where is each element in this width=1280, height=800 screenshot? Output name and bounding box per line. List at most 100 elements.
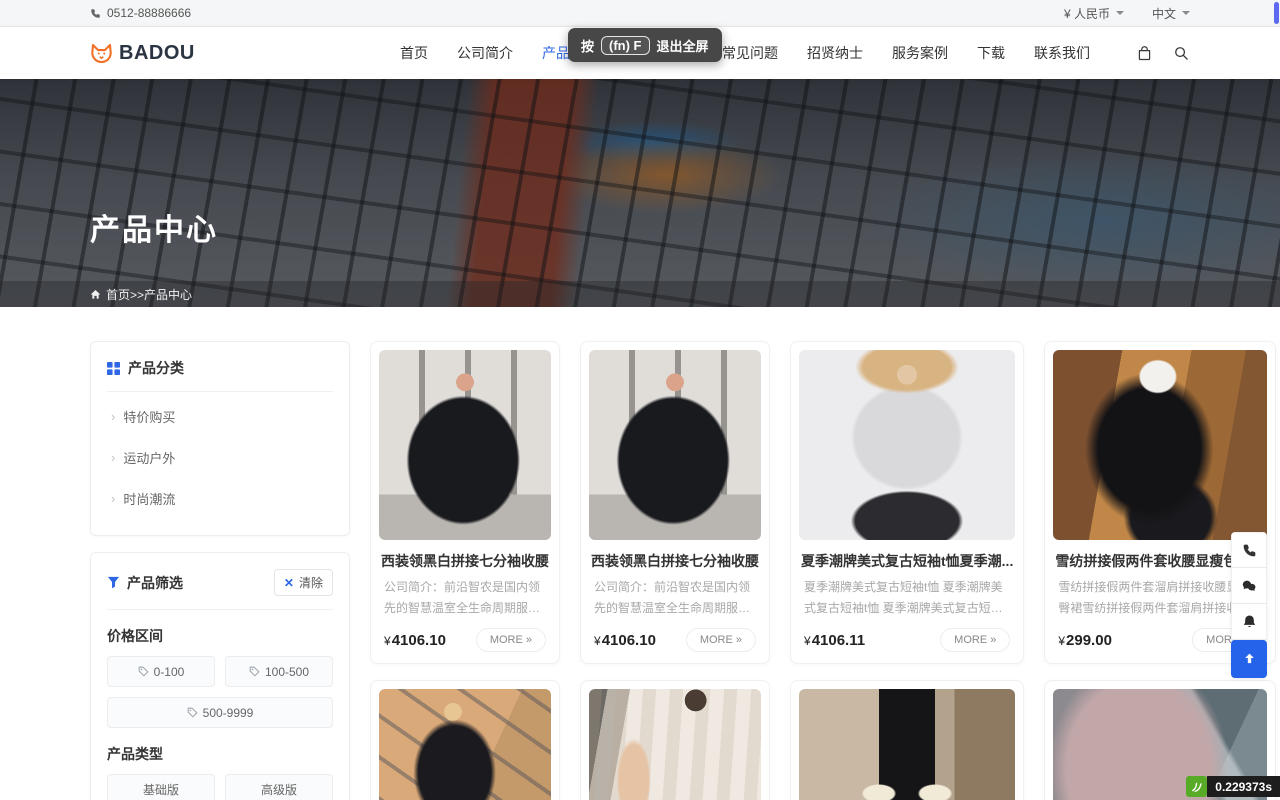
filter-title: 产品筛选 [127, 573, 183, 593]
product-description: 公司简介：前沿智农是国内领先的智慧温室全生命周期服务商，深耕BIM+GIS技..… [384, 577, 546, 619]
product-card[interactable] [790, 680, 1024, 800]
filter-section-type-label: 产品类型 [107, 744, 333, 764]
page-title: 产品中心 [90, 205, 218, 249]
product-image [799, 689, 1015, 800]
language-select[interactable]: 中文 [1152, 5, 1190, 22]
product-card[interactable]: 夏季潮牌美式复古短袖t恤夏季潮... 夏季潮牌美式复古短袖t恤 夏季潮牌美式复古… [790, 341, 1024, 664]
page: 0512-88886666 ¥ 人民币 中文 [0, 0, 1280, 800]
caret-down-icon [1182, 11, 1190, 15]
price-option-100-500[interactable]: 100-500 [225, 656, 333, 687]
product-title: 西装领黑白拼接七分袖收腰 [381, 551, 549, 571]
tag-icon [249, 666, 260, 677]
product-image [589, 350, 761, 540]
category-card: 产品分类 ›特价购买 ›运动户外 ›时尚潮流 [90, 341, 350, 536]
nav-item-download[interactable]: 下载 [977, 43, 1005, 63]
phone-contact-button[interactable] [1231, 532, 1267, 568]
type-option-basic[interactable]: 基础版 [107, 774, 215, 800]
phone-icon [90, 8, 101, 19]
notification-button[interactable] [1231, 604, 1267, 640]
currency-select[interactable]: ¥ 人民币 [1064, 5, 1124, 22]
price-option-500-9999[interactable]: 500-9999 [107, 697, 333, 728]
cart-button[interactable] [1136, 45, 1153, 62]
price-option-0-100[interactable]: 0-100 [107, 656, 215, 687]
debug-badge[interactable]: 0.229373s [1186, 776, 1280, 797]
thinkphp-logo-icon [1186, 776, 1207, 797]
breadcrumb[interactable]: 首页>>产品中心 [90, 286, 1190, 303]
product-image [379, 689, 551, 800]
product-card[interactable] [580, 680, 770, 800]
product-image [1053, 350, 1267, 540]
home-icon [90, 289, 101, 300]
more-button[interactable]: MORE » [940, 628, 1010, 652]
nav-item-about[interactable]: 公司简介 [457, 43, 513, 63]
caret-down-icon [1116, 11, 1124, 15]
bell-icon [1242, 614, 1257, 629]
search-icon [1173, 45, 1190, 62]
chevron-right-icon: › [111, 409, 115, 424]
more-button[interactable]: MORE » [476, 628, 546, 652]
divider [107, 609, 333, 610]
back-to-top-button[interactable] [1231, 640, 1267, 678]
hero-banner: 产品中心 首页>>产品中心 [0, 79, 1280, 307]
product-image [799, 350, 1015, 540]
tag-icon [187, 707, 198, 718]
category-title: 产品分类 [128, 358, 184, 378]
debug-time: 0.229373s [1207, 776, 1280, 797]
product-description: 公司简介：前沿智农是国内领先的智慧温室全生命周期服务商，深耕BIM+GIS技..… [594, 577, 756, 619]
toast-suffix: 退出全屏 [657, 36, 709, 55]
product-price: ¥299.00 [1058, 632, 1112, 649]
nav-menu: 首页 公司简介 产品中心 新闻中心 常见问题 招贤纳士 服务案例 下载 联系我们 [400, 43, 1090, 63]
filter-section-price-label: 价格区间 [107, 626, 333, 646]
product-image [379, 350, 551, 540]
chat-bubbles-icon [1241, 578, 1257, 594]
product-price: ¥4106.10 [594, 632, 656, 649]
tag-icon [138, 666, 149, 677]
main: 产品分类 ›特价购买 ›运动户外 ›时尚潮流 产品筛选 ✕ [0, 307, 1280, 800]
nav-item-cases[interactable]: 服务案例 [892, 43, 948, 63]
filter-icon [107, 576, 120, 589]
logo[interactable]: BADOU [90, 42, 195, 65]
grid-icon [107, 362, 120, 375]
type-option-advanced[interactable]: 高级版 [225, 774, 333, 800]
nav-item-contact[interactable]: 联系我们 [1034, 43, 1090, 63]
category-item-fashion[interactable]: ›时尚潮流 [107, 478, 333, 519]
phone-icon [1242, 543, 1257, 558]
product-price: ¥4106.11 [804, 632, 865, 649]
floating-toolbar [1231, 532, 1267, 678]
divider [107, 391, 333, 392]
more-button[interactable]: MORE » [686, 628, 756, 652]
clear-filter-button[interactable]: ✕ 清除 [274, 569, 333, 596]
fullscreen-exit-toast: 按 (fn) F 退出全屏 [568, 28, 722, 62]
product-grid: 西装领黑白拼接七分袖收腰 公司简介：前沿智农是国内领先的智慧温室全生命周期服务商… [370, 341, 1276, 800]
toast-prefix: 按 [581, 36, 594, 55]
shopping-bag-icon [1136, 45, 1153, 62]
product-card[interactable] [370, 680, 560, 800]
logo-text: BADOU [119, 42, 195, 65]
sidebar: 产品分类 ›特价购买 ›运动户外 ›时尚潮流 产品筛选 ✕ [90, 341, 350, 800]
topbar-phone-number: 0512-88886666 [107, 6, 191, 20]
nav-item-faq[interactable]: 常见问题 [722, 43, 778, 63]
category-item-outdoor[interactable]: ›运动户外 [107, 437, 333, 478]
chevron-right-icon: › [111, 491, 115, 506]
clear-x-icon: ✕ [284, 577, 294, 589]
chevron-right-icon: › [111, 450, 115, 465]
arrow-up-icon [1242, 651, 1257, 666]
product-card[interactable]: 西装领黑白拼接七分袖收腰 公司简介：前沿智农是国内领先的智慧温室全生命周期服务商… [370, 341, 560, 664]
language-label: 中文 [1152, 5, 1176, 22]
search-button[interactable] [1173, 45, 1190, 62]
chat-button[interactable] [1231, 568, 1267, 604]
category-item-sale[interactable]: ›特价购买 [107, 396, 333, 437]
toast-key-badge: (fn) F [601, 36, 649, 55]
topbar: 0512-88886666 ¥ 人民币 中文 [0, 0, 1280, 27]
nav-item-home[interactable]: 首页 [400, 43, 428, 63]
product-card[interactable]: 西装领黑白拼接七分袖收腰 公司简介：前沿智农是国内领先的智慧温室全生命周期服务商… [580, 341, 770, 664]
product-description: 夏季潮牌美式复古短袖t恤 夏季潮牌美式复古短袖t恤 夏季潮牌美式复古短袖t恤 [804, 577, 1010, 619]
nav-item-jobs[interactable]: 招贤纳士 [807, 43, 863, 63]
product-title: 夏季潮牌美式复古短袖t恤夏季潮... [801, 551, 1013, 571]
breadcrumb-text: 首页>>产品中心 [106, 286, 192, 303]
filter-card: 产品筛选 ✕ 清除 价格区间 0-100 [90, 552, 350, 800]
product-price: ¥4106.10 [384, 632, 446, 649]
scrollbar-thumb[interactable] [1274, 2, 1279, 24]
product-title: 西装领黑白拼接七分袖收腰 [591, 551, 759, 571]
fox-logo-icon [90, 42, 113, 65]
